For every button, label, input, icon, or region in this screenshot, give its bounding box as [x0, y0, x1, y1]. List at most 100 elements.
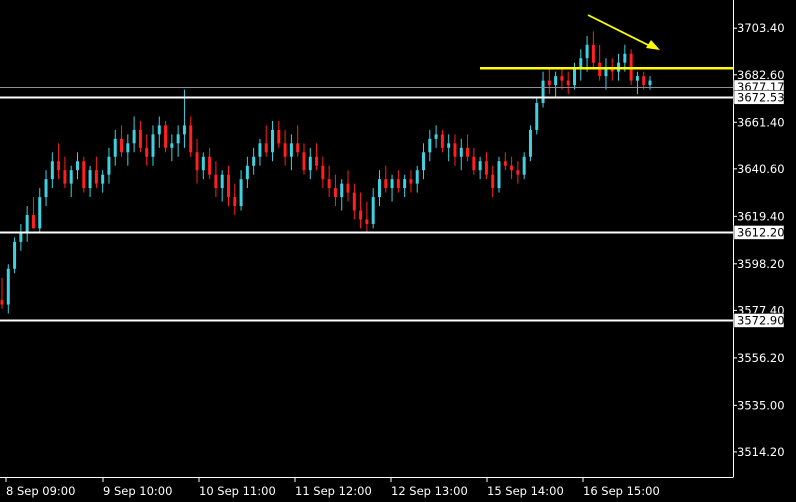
level-price-label: 3672.53 — [733, 90, 785, 105]
candle-body — [201, 156, 205, 171]
candle-body — [377, 179, 381, 198]
candle-body — [321, 165, 325, 180]
candle-body — [566, 80, 570, 86]
candle-body — [170, 143, 174, 148]
price-tick-label: 3661.40 — [737, 115, 785, 129]
candle-body — [371, 197, 375, 224]
candle-body — [220, 174, 224, 189]
candle-body — [459, 147, 463, 157]
candle-body — [296, 143, 300, 153]
candle-body — [6, 268, 10, 305]
candle-body — [516, 170, 520, 175]
price-tick-label: 3619.40 — [737, 209, 785, 223]
candle-body — [31, 214, 35, 229]
candle-body — [138, 129, 142, 148]
candle-body — [132, 129, 136, 144]
level-price-label: 3572.90 — [733, 313, 785, 328]
candle-body — [440, 134, 444, 148]
candle[interactable] — [82, 156, 86, 193]
candle-body — [0, 300, 4, 305]
candle-body — [466, 147, 470, 157]
candle-body — [327, 179, 331, 189]
candle-body — [491, 174, 495, 189]
time-tick-label: 11 Sep 12:00 — [295, 484, 372, 498]
candle-body — [472, 156, 476, 171]
candle-body — [308, 156, 312, 171]
candle-body — [648, 80, 652, 86]
candle-body — [252, 156, 256, 166]
candle-body — [579, 58, 583, 68]
candle-body — [271, 129, 275, 153]
candle-body — [264, 143, 268, 153]
candle-body — [277, 129, 281, 144]
candle-body — [585, 44, 589, 59]
candle-body — [642, 76, 646, 86]
candle-body — [182, 125, 186, 135]
candle-body — [289, 143, 293, 157]
candle-body — [94, 170, 98, 184]
candle-body — [428, 138, 432, 153]
candle-body — [384, 179, 388, 189]
candle-body — [365, 219, 369, 224]
candle-body — [57, 161, 61, 171]
candle-body — [75, 161, 79, 171]
candle-body — [120, 138, 124, 153]
candle-body — [302, 152, 306, 171]
candle-body — [403, 179, 407, 189]
candle-body — [176, 134, 180, 144]
time-tick-label: 12 Sep 13:00 — [391, 484, 468, 498]
candle-body — [195, 152, 199, 171]
candle-body — [554, 76, 558, 86]
candle-body — [208, 156, 212, 175]
candle-body — [214, 174, 218, 189]
price-tick-label: 3703.40 — [737, 21, 785, 35]
candle-body — [44, 179, 48, 198]
candle-body — [333, 188, 337, 198]
candle-body — [535, 103, 539, 130]
candle[interactable] — [535, 98, 539, 135]
candle-body — [145, 147, 149, 157]
price-tick-label: 3598.20 — [737, 257, 785, 271]
candle-body — [245, 165, 249, 180]
candle-body — [38, 197, 42, 229]
candle-body — [19, 232, 23, 242]
svg-text:3572.90: 3572.90 — [737, 313, 785, 327]
candle-body — [434, 134, 438, 139]
time-tick-label: 8 Sep 09:00 — [6, 484, 75, 498]
candle-body — [258, 143, 262, 157]
candle-body — [447, 143, 451, 148]
candle-body — [503, 161, 507, 166]
candle-body — [107, 156, 111, 175]
candle-body — [101, 174, 105, 184]
level-price-label: 3612.20 — [733, 225, 785, 240]
candle-body — [390, 179, 394, 189]
candle-body — [623, 53, 627, 63]
candle-body — [346, 183, 350, 193]
candle[interactable] — [497, 156, 501, 193]
candle-body — [522, 156, 526, 175]
candle-body — [415, 170, 419, 184]
candlestick-chart[interactable]: 3703.403682.603661.403640.603619.403598.… — [0, 0, 796, 502]
candle-body — [635, 76, 639, 81]
candle-body — [88, 170, 92, 189]
svg-text:3672.53: 3672.53 — [737, 90, 785, 104]
candle-body — [82, 161, 86, 189]
candle-body — [510, 165, 514, 171]
candle-body — [359, 210, 363, 220]
candle-body — [484, 161, 488, 175]
chart-background — [0, 0, 796, 502]
candle-body — [157, 125, 161, 135]
candle-body — [283, 143, 287, 157]
candle-body — [63, 170, 67, 184]
svg-text:3612.20: 3612.20 — [737, 225, 785, 239]
candle[interactable] — [164, 120, 168, 153]
time-tick-label: 16 Sep 15:00 — [583, 484, 660, 498]
time-tick-label: 10 Sep 11:00 — [199, 484, 276, 498]
candle-body — [478, 161, 482, 171]
candle[interactable] — [13, 237, 17, 274]
candle[interactable] — [528, 125, 532, 162]
candle-body — [340, 183, 344, 198]
time-tick-label: 9 Sep 10:00 — [103, 484, 172, 498]
candle-body — [13, 241, 17, 269]
price-tick-label: 3535.00 — [737, 398, 785, 412]
